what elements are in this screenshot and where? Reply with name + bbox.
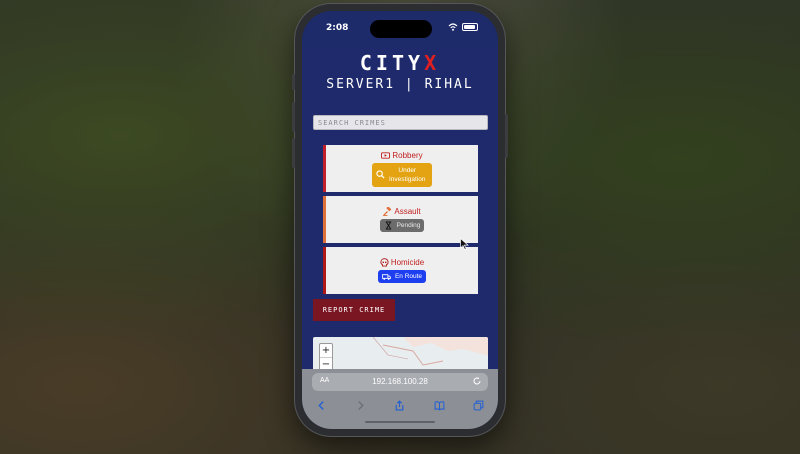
- volume-down-button: [292, 138, 295, 168]
- crime-card-assault[interactable]: Assault Pending: [323, 196, 478, 243]
- brand-accent: X: [424, 51, 441, 75]
- status-bar: 2:08: [302, 11, 498, 47]
- brand-logo: CITYX: [302, 51, 498, 75]
- status-badge-label-line1: Under: [398, 166, 417, 174]
- crime-title: Robbery: [381, 150, 423, 160]
- browser-toolbar: [302, 397, 498, 413]
- bookmarks-icon[interactable]: [434, 400, 445, 411]
- report-crime-button[interactable]: REPORT CRIME: [313, 299, 395, 321]
- volume-up-button: [292, 102, 295, 132]
- van-icon: [381, 274, 391, 280]
- url-text: 192.168.100.28: [372, 377, 428, 386]
- home-indicator: [365, 421, 435, 423]
- tabs-icon[interactable]: [473, 400, 484, 411]
- back-icon[interactable]: [316, 400, 327, 411]
- status-badge: En Route: [377, 270, 427, 283]
- battery-icon: [462, 23, 478, 31]
- phone-screen: 2:08 CITYX SERVER1 | RIHAL SEARCH CRIMES…: [302, 11, 498, 429]
- skull-icon: [380, 258, 389, 267]
- status-time: 2:08: [326, 23, 349, 33]
- video-icon: [381, 151, 391, 159]
- url-field[interactable]: AA 192.168.100.28: [312, 373, 488, 391]
- map-land: [353, 337, 488, 366]
- browser-bar: AA 192.168.100.28: [302, 369, 498, 429]
- wifi-icon: [448, 23, 458, 31]
- magnifier-icon: [376, 170, 385, 179]
- status-icons: [448, 23, 478, 31]
- status-badge-label-line2: Investigation: [389, 175, 426, 183]
- app-content: CITYX SERVER1 | RIHAL Robbery: [302, 47, 498, 369]
- server-subtitle: SERVER1 | RIHAL: [326, 77, 474, 92]
- map-zoom-control: + −: [319, 343, 333, 369]
- reload-icon[interactable]: [472, 376, 482, 386]
- crime-card-robbery[interactable]: Robbery Under Investigation: [323, 145, 478, 192]
- status-badge: Pending: [379, 219, 425, 232]
- crime-title-label: Assault: [394, 207, 421, 216]
- crime-map[interactable]: + −: [313, 337, 488, 369]
- crime-title-label: Homicide: [390, 258, 425, 267]
- mute-switch: [292, 74, 295, 90]
- crime-list: Robbery Under Investigation Assault Pend…: [323, 145, 478, 298]
- forward-icon[interactable]: [355, 400, 366, 411]
- status-badge: Under Investigation: [372, 162, 432, 187]
- gavel-icon: [383, 207, 392, 216]
- dynamic-island: [370, 20, 432, 38]
- crime-card-homicide[interactable]: Homicide En Route: [323, 247, 478, 294]
- hourglass-icon: [385, 221, 391, 230]
- zoom-in-button[interactable]: +: [320, 344, 332, 358]
- power-button: [505, 114, 508, 158]
- status-badge-label: Under Investigation: [389, 166, 426, 184]
- crime-title: Homicide: [380, 258, 424, 267]
- status-badge-label: Pending: [396, 222, 421, 229]
- mouse-pointer-icon: [460, 238, 469, 250]
- crime-title-label: Robbery: [392, 150, 423, 160]
- zoom-out-button[interactable]: −: [320, 358, 332, 369]
- phone-frame: 2:08 CITYX SERVER1 | RIHAL SEARCH CRIMES…: [292, 4, 508, 436]
- brand-main: CITY: [359, 51, 425, 75]
- status-badge-label: En Route: [394, 273, 423, 280]
- search-input[interactable]: [313, 115, 488, 130]
- share-icon[interactable]: [394, 399, 405, 411]
- crime-title: Assault: [383, 207, 421, 216]
